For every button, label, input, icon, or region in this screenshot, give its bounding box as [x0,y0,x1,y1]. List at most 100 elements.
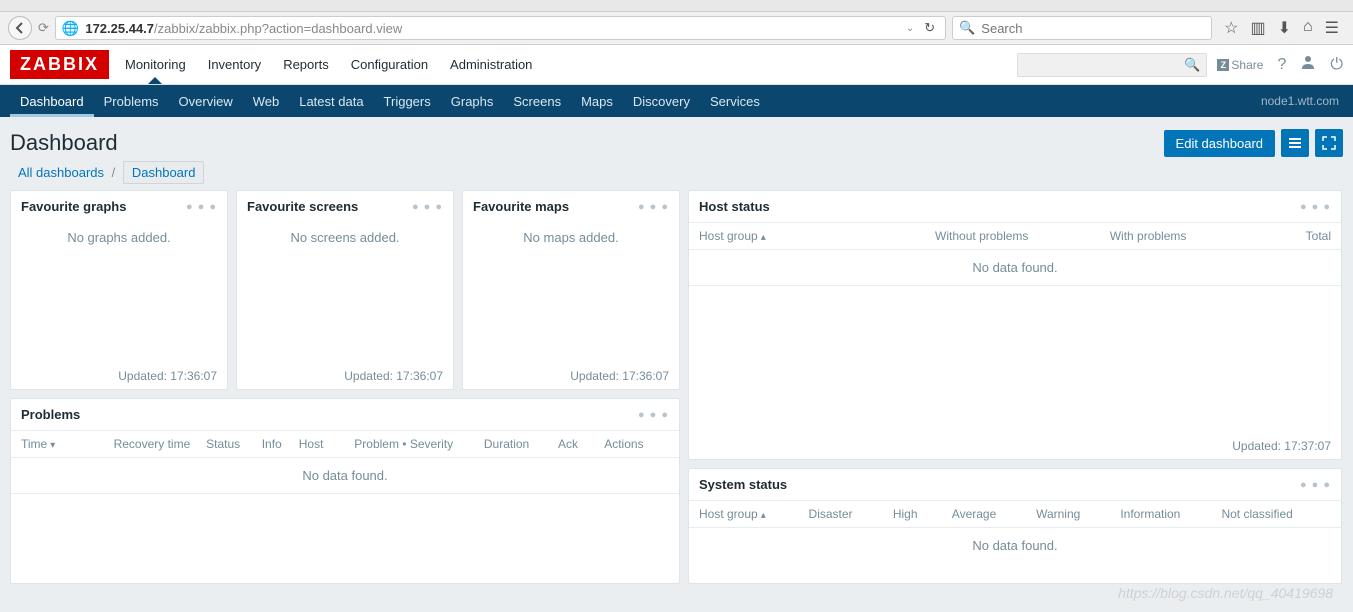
menu-reports[interactable]: Reports [281,46,331,83]
widget-menu-icon[interactable]: ● ● ● [1300,479,1331,491]
menu-icon[interactable]: ☰ [1325,18,1339,38]
menu-monitoring[interactable]: Monitoring [123,46,188,83]
breadcrumbs: All dashboards / Dashboard [0,165,1353,190]
back-button[interactable] [8,16,32,40]
menu-configuration[interactable]: Configuration [349,46,430,83]
col-problem-severity[interactable]: Problem • Severity [354,437,484,451]
user-icon[interactable] [1300,54,1316,75]
widget-footer: Updated: 17:36:07 [463,363,679,389]
widget-fav-maps: Favourite maps ● ● ● No maps added. Upda… [462,190,680,390]
list-icon [1288,136,1302,150]
arrow-left-icon [14,22,26,34]
widget-menu-icon[interactable]: ● ● ● [638,201,669,213]
url-text: 172.25.44.7/zabbix/zabbix.php?action=das… [85,21,899,36]
fullscreen-button[interactable] [1315,129,1343,157]
problems-no-data: No data found. [11,458,679,494]
downloads-icon[interactable]: ⬇ [1278,18,1291,38]
col-total[interactable]: Total [1231,229,1331,243]
browser-tabs-strip [0,0,1353,12]
submenu-latestdata[interactable]: Latest data [289,86,373,117]
page-header: Dashboard Edit dashboard [0,117,1353,165]
col-disaster[interactable]: Disaster [809,507,893,521]
widget-system-status: System status ● ● ● Host group Disaster … [688,468,1342,584]
host-table-head: Host group Without problems With problem… [689,222,1341,250]
fullscreen-icon [1322,136,1336,150]
dropdown-icon[interactable]: ⌄ [906,23,914,34]
col-actions[interactable]: Actions [604,437,669,451]
submenu-triggers[interactable]: Triggers [374,86,441,117]
submenu-maps[interactable]: Maps [571,86,623,117]
url-host: 172.25.44.7 [85,21,154,36]
zabbix-logo[interactable]: ZABBIX [10,50,109,79]
submenu-screens[interactable]: Screens [503,86,571,117]
edit-dashboard-button[interactable]: Edit dashboard [1164,130,1275,157]
col-hostgroup[interactable]: Host group [699,507,809,521]
page: Dashboard Edit dashboard All dashboards … [0,117,1353,612]
col-with[interactable]: With problems [1065,229,1231,243]
submenu-discovery[interactable]: Discovery [623,86,700,117]
col-high[interactable]: High [893,507,952,521]
home-icon[interactable]: ⌂ [1303,18,1313,38]
col-duration[interactable]: Duration [484,437,558,451]
widget-body: No graphs added. [11,222,227,363]
url-path: /zabbix/zabbix.php?action=dashboard.view [154,21,402,36]
widget-menu-icon[interactable]: ● ● ● [186,201,217,213]
col-time[interactable]: Time [21,437,114,451]
browser-toolbar: ☆ ▥ ⬇ ⌂ ☰ [1218,18,1345,38]
col-warning[interactable]: Warning [1036,507,1120,521]
submenu-overview[interactable]: Overview [169,86,243,117]
widget-host-status: Host status ● ● ● Host group Without pro… [688,190,1342,460]
col-ack[interactable]: Ack [558,437,604,451]
app-search[interactable]: 🔍 [1017,53,1207,77]
widget-menu-icon[interactable]: ● ● ● [1300,201,1331,213]
host-no-data: No data found. [689,250,1341,286]
app-header: ZABBIX Monitoring Inventory Reports Conf… [0,45,1353,85]
help-icon[interactable]: ? [1277,56,1286,74]
menu-list-button[interactable] [1281,129,1309,157]
menu-administration[interactable]: Administration [448,46,534,83]
library-icon[interactable]: ▥ [1250,18,1265,38]
col-status[interactable]: Status [206,437,262,451]
url-bar[interactable]: 🌐 172.25.44.7/zabbix/zabbix.php?action=d… [55,16,946,40]
widget-footer: Updated: 17:36:07 [237,363,453,389]
power-icon[interactable]: ⏻ [1330,56,1343,74]
share-button[interactable]: Z Share [1217,58,1263,72]
col-average[interactable]: Average [952,507,1036,521]
widget-fav-screens: Favourite screens ● ● ● No screens added… [236,190,454,390]
bookmark-icon[interactable]: ☆ [1224,18,1238,38]
col-notclassified[interactable]: Not classified [1221,507,1331,521]
submenu-services[interactable]: Services [700,86,770,117]
col-info[interactable]: Info [262,437,299,451]
widget-title: System status [699,477,787,492]
share-label: Share [1231,58,1263,72]
refresh-small-icon[interactable]: ⟳ [38,20,49,36]
page-title: Dashboard [10,130,118,156]
menu-inventory[interactable]: Inventory [206,46,263,83]
submenu-dashboard[interactable]: Dashboard [10,86,94,117]
widget-title: Host status [699,199,770,214]
browser-search[interactable]: 🔍 [952,16,1212,40]
reload-icon[interactable]: ↻ [920,20,939,36]
breadcrumb-current: Dashboard [123,161,205,184]
submenu: Dashboard Problems Overview Web Latest d… [0,85,1353,117]
widget-menu-icon[interactable]: ● ● ● [412,201,443,213]
col-hostgroup[interactable]: Host group [699,229,899,243]
browser-search-input[interactable] [981,21,1205,36]
widget-body: No maps added. [463,222,679,363]
submenu-problems[interactable]: Problems [94,86,169,117]
widget-title: Favourite graphs [21,199,126,214]
submenu-graphs[interactable]: Graphs [441,86,504,117]
submenu-web[interactable]: Web [243,86,290,117]
main-menu: Monitoring Inventory Reports Configurati… [123,46,534,83]
widget-menu-icon[interactable]: ● ● ● [638,409,669,421]
breadcrumb-root[interactable]: All dashboards [18,165,104,180]
widget-title: Problems [21,407,80,422]
widget-grid: Favourite graphs ● ● ● No graphs added. … [0,190,1353,584]
col-recovery[interactable]: Recovery time [114,437,207,451]
col-host[interactable]: Host [299,437,355,451]
col-without[interactable]: Without problems [899,229,1065,243]
col-information[interactable]: Information [1120,507,1221,521]
widget-fav-graphs: Favourite graphs ● ● ● No graphs added. … [10,190,228,390]
widget-footer: Updated: 17:36:07 [11,363,227,389]
search-icon[interactable]: 🔍 [1184,57,1200,73]
